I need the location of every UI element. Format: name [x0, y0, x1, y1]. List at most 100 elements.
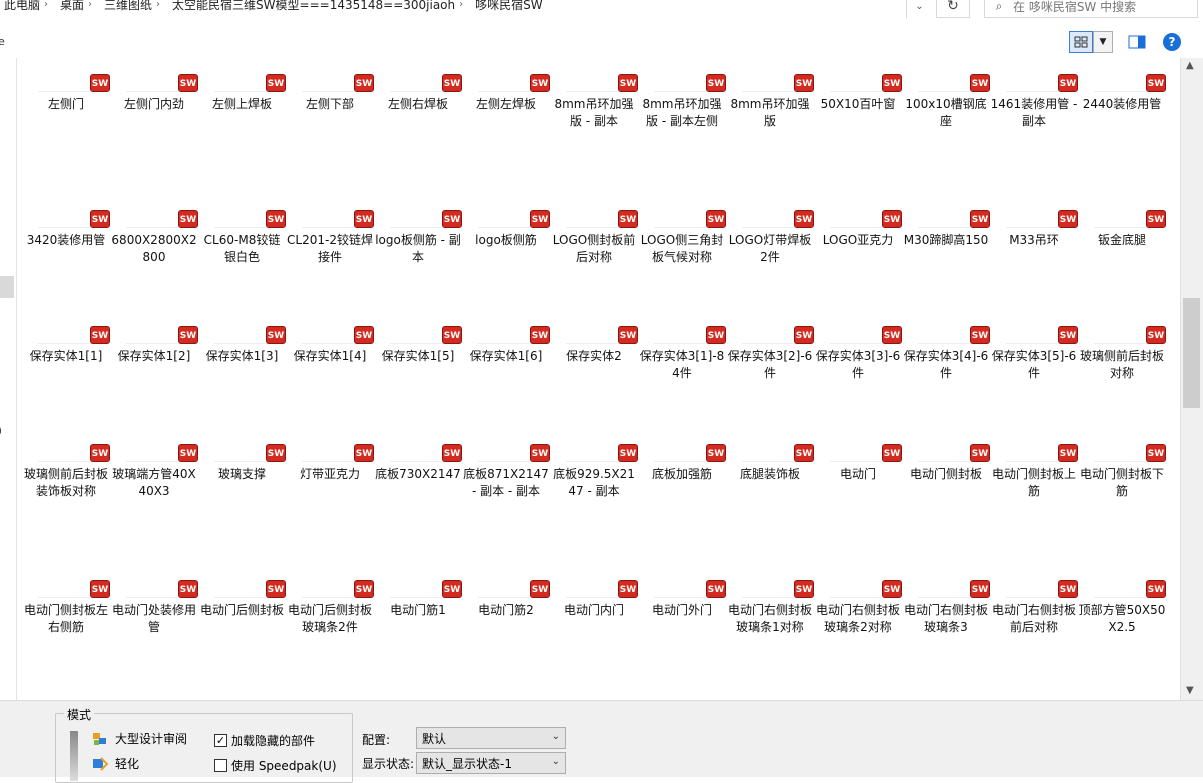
file-item[interactable]: SW 电动门右侧封板玻璃条3 [902, 552, 990, 664]
file-item[interactable]: SW 电动门侧封板左右侧筋 [22, 552, 110, 664]
view-mode-dropdown[interactable]: ▼ [1093, 31, 1113, 53]
file-item[interactable]: SW 钣金底腿 [1078, 182, 1166, 294]
configuration-select[interactable]: 默认 ⌄ [416, 727, 566, 749]
file-item[interactable]: SW 保存实体1[5] [374, 298, 462, 410]
file-item[interactable]: SW 底板871X2147 - 副本 - 副本 [462, 416, 550, 528]
breadcrumb-item[interactable]: 桌面 [60, 0, 84, 13]
file-item[interactable]: SW M30蹄脚高150 [902, 182, 990, 294]
file-item[interactable]: SW 底腿装饰板 [726, 416, 814, 528]
navigation-pane[interactable]: ) [0, 58, 17, 700]
checkbox-unchecked-icon[interactable] [214, 759, 227, 772]
large-design-review-option[interactable]: 大型设计审阅 [91, 730, 187, 747]
lightweight-icon [91, 756, 109, 772]
file-item[interactable]: SW 电动门处装修用管 [110, 552, 198, 664]
scrollbar-thumb[interactable] [1183, 298, 1200, 408]
file-item[interactable]: SW LOGO灯带焊板2件 [726, 182, 814, 294]
file-item[interactable]: SW 8mm吊环加强版 - 副本左侧 [638, 58, 726, 158]
file-item[interactable]: SW 电动门内门 [550, 552, 638, 664]
file-item[interactable]: SW 电动门 [814, 416, 902, 528]
load-hidden-components-checkbox[interactable]: ✓ 加载隐藏的部件 [214, 732, 315, 749]
scroll-down-icon[interactable]: ▼ [1186, 685, 1194, 696]
file-item[interactable]: SW 保存实体3[1]-84件 [638, 298, 726, 410]
breadcrumb-item[interactable]: 三维图纸 [104, 0, 152, 13]
file-item[interactable]: SW 保存实体1[1] [22, 298, 110, 410]
file-item[interactable]: SW CL60-M8铰链银白色 [198, 182, 286, 294]
help-button[interactable]: ? [1160, 31, 1184, 53]
breadcrumb-item[interactable]: 太空能民宿三维SW模型===1435148==300jiaoh [172, 0, 455, 13]
checkbox-checked-icon[interactable]: ✓ [214, 734, 227, 747]
display-state-select[interactable]: 默认_显示状态-1 ⌄ [416, 752, 566, 774]
file-item[interactable]: SW 玻璃支撑 [198, 416, 286, 528]
scroll-up-icon[interactable]: ▲ [1186, 60, 1194, 71]
file-item[interactable]: SW LOGO侧三角封板气候对称 [638, 182, 726, 294]
view-mode-button[interactable] [1069, 31, 1093, 53]
file-item[interactable]: SW 底板加强筋 [638, 416, 726, 528]
file-item[interactable]: SW 玻璃端方管40X40X3 [110, 416, 198, 528]
file-item[interactable]: SW 6800X2800X2800 [110, 182, 198, 294]
file-item[interactable]: SW 电动门右侧封板玻璃条2对称 [814, 552, 902, 664]
file-item[interactable]: SW 电动门右侧封板玻璃条1对称 [726, 552, 814, 664]
file-item[interactable]: SW 底板929.5X2147 - 副本 [550, 416, 638, 528]
file-item[interactable]: SW 保存实体1[2] [110, 298, 198, 410]
solidworks-badge-icon: SW [1058, 210, 1078, 228]
file-item[interactable]: SW 保存实体3[3]-6件 [814, 298, 902, 410]
file-item[interactable]: SW LOGO侧封板前后对称 [550, 182, 638, 294]
breadcrumb-item[interactable]: 此电脑 [4, 0, 40, 13]
file-item[interactable]: SW 8mm吊环加强版 - 副本 [550, 58, 638, 158]
large-icons-view-icon [1074, 36, 1088, 48]
file-item[interactable]: SW 左侧左焊板 [462, 58, 550, 158]
file-item[interactable]: SW 左侧右焊板 [374, 58, 462, 158]
file-item[interactable]: SW 3420装修用管 [22, 182, 110, 294]
file-name: CL60-M8铰链银白色 [203, 233, 281, 264]
file-item[interactable]: SW 电动门筋1 [374, 552, 462, 664]
breadcrumb[interactable]: 此电脑 › 桌面 › 三维图纸 › 太空能民宿三维SW模型===1435148==30… [0, 0, 930, 14]
file-item[interactable]: SW 保存实体3[5]-6件 [990, 298, 1078, 410]
file-item[interactable]: SW 电动门后侧封板 [198, 552, 286, 664]
file-item[interactable]: SW 保存实体3[4]-6件 [902, 298, 990, 410]
address-dropdown-button[interactable]: ⌄ [906, 0, 932, 18]
file-item[interactable]: SW 左侧下部 [286, 58, 374, 158]
file-item[interactable]: SW 底板730X2147 [374, 416, 462, 528]
file-item[interactable]: SW 电动门侧封板下筋 [1078, 416, 1166, 528]
file-item[interactable]: SW CL201-2铰链焊接件 [286, 182, 374, 294]
file-item[interactable]: SW 保存实体1[3] [198, 298, 286, 410]
file-item[interactable]: SW M33吊环 [990, 182, 1078, 294]
file-item[interactable]: SW 电动门侧封板 [902, 416, 990, 528]
file-item[interactable]: SW 50X10百叶窗 [814, 58, 902, 158]
file-item[interactable]: SW 顶部方管50X50X2.5 [1078, 552, 1166, 664]
search-box[interactable]: ⌕ 在 哆咪民宿SW 中搜索 [984, 0, 1198, 18]
preview-pane-button[interactable] [1124, 31, 1150, 53]
file-item[interactable]: SW 左侧门 [22, 58, 110, 158]
file-item[interactable]: SW 2440装修用管 [1078, 58, 1166, 158]
file-item[interactable]: SW 电动门后侧封板玻璃条2件 [286, 552, 374, 664]
file-item[interactable]: SW LOGO亚克力 [814, 182, 902, 294]
file-item[interactable]: SW 保存实体2 [550, 298, 638, 410]
use-speedpak-checkbox[interactable]: 使用 Speedpak(U) [214, 757, 337, 774]
solidworks-badge-icon: SW [882, 444, 902, 462]
file-item[interactable]: SW 保存实体1[6] [462, 298, 550, 410]
file-item[interactable]: SW 1461装修用管 - 副本 [990, 58, 1078, 158]
solidworks-badge-icon: SW [442, 326, 462, 344]
breadcrumb-item[interactable]: 哆咪民宿SW [475, 0, 542, 13]
file-item[interactable]: SW 电动门侧封板上筋 [990, 416, 1078, 528]
file-item[interactable]: SW 8mm吊环加强版 [726, 58, 814, 158]
vertical-scrollbar[interactable]: ▲ ▼ [1180, 58, 1203, 700]
file-item[interactable]: SW logo板侧筋 [462, 182, 550, 294]
refresh-button[interactable]: ↻ [936, 0, 970, 18]
file-thumbnail: SW [474, 182, 550, 228]
file-item[interactable]: SW 左侧上焊板 [198, 58, 286, 158]
file-item[interactable]: SW 电动门筋2 [462, 552, 550, 664]
file-item[interactable]: SW 电动门外门 [638, 552, 726, 664]
file-grid[interactable]: SW 左侧门 SW 左侧门内劲 SW 左侧上焊板 SW 左侧下部 SW 左侧右焊板 SW 左侧左焊板 S… [18, 58, 1180, 700]
file-item[interactable]: SW 电动门右侧封板前后对称 [990, 552, 1078, 664]
assembly-icon [91, 731, 109, 747]
file-item[interactable]: SW logo板侧筋 - 副本 [374, 182, 462, 294]
file-item[interactable]: SW 玻璃侧前后封板装饰板对称 [22, 416, 110, 528]
file-item[interactable]: SW 玻璃侧前后封板对称 [1078, 298, 1166, 410]
file-item[interactable]: SW 左侧门内劲 [110, 58, 198, 158]
file-item[interactable]: SW 灯带亚克力 [286, 416, 374, 528]
file-item[interactable]: SW 100x10槽钢底座 [902, 58, 990, 158]
lightweight-option[interactable]: 轻化 [91, 755, 139, 772]
file-item[interactable]: SW 保存实体1[4] [286, 298, 374, 410]
file-item[interactable]: SW 保存实体3[2]-6件 [726, 298, 814, 410]
